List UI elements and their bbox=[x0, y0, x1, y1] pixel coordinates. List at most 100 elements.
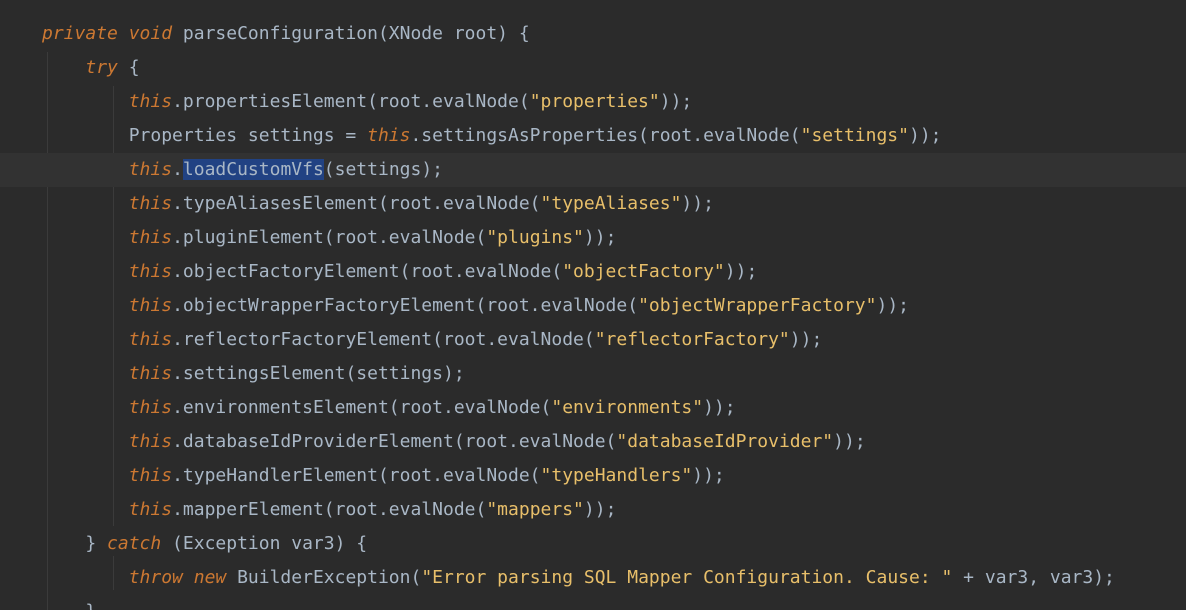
code-token: .typeHandlerElement(root.evalNode( bbox=[172, 465, 541, 486]
code-line[interactable]: this.environmentsElement(root.evalNode("… bbox=[0, 391, 1186, 425]
code-token: )); bbox=[876, 295, 909, 316]
code-token: parseConfiguration(XNode root) { bbox=[172, 23, 530, 44]
code-token: )); bbox=[583, 499, 617, 520]
code-token: )); bbox=[659, 91, 693, 112]
code-line[interactable]: this.settingsElement(settings); bbox=[0, 357, 1186, 391]
keyword-token: this bbox=[128, 295, 173, 316]
string-token: "typeHandlers" bbox=[540, 465, 693, 486]
keyword-token: this bbox=[367, 125, 411, 146]
code-token: )); bbox=[724, 261, 758, 282]
code-token: )); bbox=[789, 329, 823, 350]
code-line[interactable]: } bbox=[0, 595, 1186, 610]
code-line[interactable]: this.objectWrapperFactoryElement(root.ev… bbox=[0, 289, 1186, 323]
code-line[interactable]: this.loadCustomVfs(settings); bbox=[0, 153, 1186, 187]
string-token: "reflectorFactory" bbox=[594, 329, 790, 350]
keyword-token: this bbox=[128, 261, 173, 282]
code-token: .objectFactoryElement(root.evalNode( bbox=[172, 261, 563, 282]
code-line[interactable]: this.typeHandlerElement(root.evalNode("t… bbox=[0, 459, 1186, 493]
keyword-token: this bbox=[128, 465, 173, 486]
string-token: "plugins" bbox=[486, 227, 584, 248]
keyword-token: this bbox=[128, 431, 173, 452]
code-token: + var3, var3); bbox=[952, 567, 1115, 588]
code-token: .databaseIdProviderElement(root.evalNode… bbox=[172, 431, 617, 452]
code-token: .objectWrapperFactoryElement(root.evalNo… bbox=[172, 295, 639, 316]
code-line[interactable]: this.propertiesElement(root.evalNode("pr… bbox=[0, 85, 1186, 119]
string-token: "settings" bbox=[800, 125, 909, 146]
keyword-token: try bbox=[85, 57, 118, 78]
code-token: .reflectorFactoryElement(root.evalNode( bbox=[172, 329, 595, 350]
code-token: .environmentsElement(root.evalNode( bbox=[172, 397, 552, 418]
code-editor[interactable]: private void parseConfiguration(XNode ro… bbox=[0, 0, 1186, 610]
selected-token: loadCustomVfs bbox=[182, 159, 324, 180]
code-line[interactable]: } catch (Exception var3) { bbox=[0, 527, 1186, 561]
code-token: )); bbox=[681, 193, 714, 214]
code-line[interactable]: private void parseConfiguration(XNode ro… bbox=[0, 17, 1186, 51]
code-token: } bbox=[42, 533, 108, 554]
keyword-token: throw bbox=[128, 567, 183, 588]
code-token: .propertiesElement(root.evalNode( bbox=[172, 91, 530, 112]
code-token: (Exception var3) { bbox=[161, 533, 368, 554]
keyword-token: this bbox=[128, 227, 173, 248]
keyword-token: void bbox=[128, 23, 173, 44]
code-line[interactable]: this.reflectorFactoryElement(root.evalNo… bbox=[0, 323, 1186, 357]
code-token: { bbox=[117, 57, 140, 78]
code-line[interactable]: throw new BuilderException("Error parsin… bbox=[0, 561, 1186, 595]
string-token: "objectWrapperFactory" bbox=[638, 295, 877, 316]
keyword-token: this bbox=[128, 397, 173, 418]
keyword-token: this bbox=[128, 91, 173, 112]
keyword-token: this bbox=[128, 363, 173, 384]
code-token: .settingsAsProperties(root.evalNode( bbox=[410, 125, 801, 146]
keyword-token: catch bbox=[107, 533, 162, 554]
string-token: "environments" bbox=[551, 397, 704, 418]
keyword-token: this bbox=[128, 499, 173, 520]
code-line[interactable]: this.objectFactoryElement(root.evalNode(… bbox=[0, 255, 1186, 289]
code-token: .pluginElement(root.evalNode( bbox=[172, 227, 487, 248]
code-token: )); bbox=[703, 397, 736, 418]
keyword-token: private bbox=[42, 23, 118, 44]
code-token: (settings); bbox=[323, 159, 444, 180]
string-token: "properties" bbox=[529, 91, 660, 112]
keyword-token: new bbox=[193, 567, 227, 588]
code-line[interactable]: Properties settings = this.settingsAsPro… bbox=[0, 119, 1186, 153]
string-token: "databaseIdProvider" bbox=[616, 431, 834, 452]
string-token: "mappers" bbox=[486, 499, 584, 520]
code-line[interactable]: this.pluginElement(root.evalNode("plugin… bbox=[0, 221, 1186, 255]
string-token: "Error parsing SQL Mapper Configuration.… bbox=[421, 567, 953, 588]
string-token: "objectFactory" bbox=[562, 261, 725, 282]
code-line[interactable]: try { bbox=[0, 51, 1186, 85]
code-line[interactable]: this.databaseIdProviderElement(root.eval… bbox=[0, 425, 1186, 459]
string-token: "typeAliases" bbox=[540, 193, 682, 214]
code-token: )); bbox=[583, 227, 617, 248]
keyword-token: this bbox=[128, 193, 173, 214]
code-line[interactable]: this.mapperElement(root.evalNode("mapper… bbox=[0, 493, 1186, 527]
code-token: .settingsElement(settings); bbox=[172, 363, 465, 384]
code-line[interactable]: this.typeAliasesElement(root.evalNode("t… bbox=[0, 187, 1186, 221]
code-token: Properties settings = bbox=[42, 125, 368, 146]
code-token: } bbox=[42, 601, 96, 610]
keyword-token: this bbox=[128, 329, 173, 350]
code-token: .mapperElement(root.evalNode( bbox=[172, 499, 487, 520]
keyword-token: this bbox=[128, 159, 173, 180]
code-token: )); bbox=[908, 125, 942, 146]
code-token: )); bbox=[692, 465, 725, 486]
code-token: )); bbox=[833, 431, 866, 452]
code-token: . bbox=[172, 159, 183, 180]
code-token: BuilderException( bbox=[226, 567, 422, 588]
code-token: .typeAliasesElement(root.evalNode( bbox=[172, 193, 541, 214]
